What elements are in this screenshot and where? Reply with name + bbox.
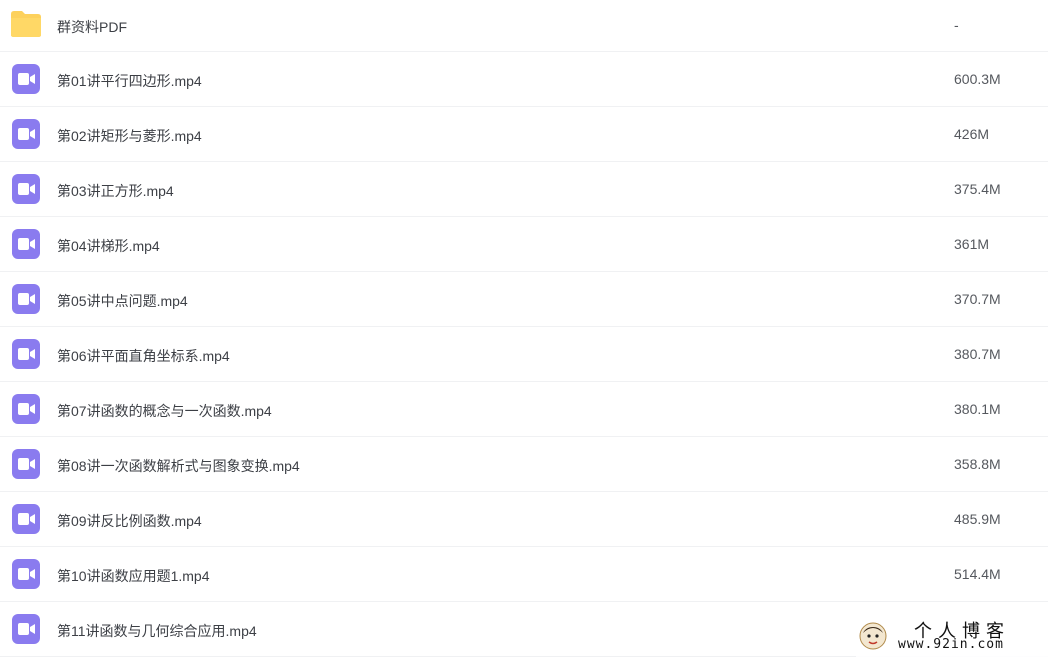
watermark: 个人博客 www.92in.com (856, 615, 1048, 657)
file-name[interactable]: 第06讲平面直角坐标系.mp4 (57, 346, 230, 366)
file-name[interactable]: 第04讲梯形.mp4 (57, 236, 160, 256)
folder-icon (10, 10, 42, 42)
file-size: 514.4M (954, 566, 1001, 582)
file-name[interactable]: 第11讲函数与几何综合应用.mp4 (57, 621, 257, 641)
blog-logo-icon (859, 622, 887, 650)
file-size: 600.3M (954, 71, 1001, 87)
video-file-icon (10, 119, 42, 151)
file-size: 380.7M (954, 346, 1001, 362)
file-row[interactable]: 第10讲函数应用题1.mp4 514.4M (0, 547, 1048, 602)
file-name[interactable]: 第01讲平行四边形.mp4 (57, 71, 202, 91)
file-name[interactable]: 第10讲函数应用题1.mp4 (57, 566, 209, 586)
file-name[interactable]: 第03讲正方形.mp4 (57, 181, 174, 201)
file-row[interactable]: 第03讲正方形.mp4 375.4M (0, 162, 1048, 217)
file-row[interactable]: 第06讲平面直角坐标系.mp4 380.7M (0, 327, 1048, 382)
video-file-icon (10, 339, 42, 371)
file-size: 370.7M (954, 291, 1001, 307)
file-row[interactable]: 第08讲一次函数解析式与图象变换.mp4 358.8M (0, 437, 1048, 492)
video-file-icon (10, 229, 42, 261)
file-size: 361M (954, 236, 990, 252)
video-file-icon (10, 449, 42, 481)
file-name[interactable]: 第05讲中点问题.mp4 (57, 291, 188, 311)
file-name[interactable]: 第09讲反比例函数.mp4 (57, 511, 202, 531)
file-size: 426M (954, 126, 990, 142)
file-list: 群资料PDF - 第01讲平行四边形.mp4 600.3M 第02讲矩形与菱形.mp4 4… (0, 0, 1048, 657)
file-size: 375.4M (954, 181, 1001, 197)
watermark-url: www.92in.com (898, 637, 1004, 652)
video-file-icon (10, 284, 42, 316)
file-size: - (954, 17, 959, 33)
file-name[interactable]: 第02讲矩形与菱形.mp4 (57, 126, 202, 146)
file-size: 485.9M (954, 511, 1001, 527)
file-row[interactable]: 第01讲平行四边形.mp4 600.3M (0, 52, 1048, 107)
file-row[interactable]: 第02讲矩形与菱形.mp4 426M (0, 107, 1048, 162)
video-file-icon (10, 64, 42, 96)
file-size: 380.1M (954, 401, 1001, 417)
video-file-icon (10, 174, 42, 206)
file-size: 358.8M (954, 456, 1001, 472)
video-file-icon (10, 559, 42, 591)
video-file-icon (10, 614, 42, 646)
file-name[interactable]: 第07讲函数的概念与一次函数.mp4 (57, 401, 272, 421)
file-row[interactable]: 第05讲中点问题.mp4 370.7M (0, 272, 1048, 327)
video-file-icon (10, 504, 42, 536)
video-file-icon (10, 394, 42, 426)
file-row[interactable]: 第09讲反比例函数.mp4 485.9M (0, 492, 1048, 547)
folder-row[interactable]: 群资料PDF - (0, 0, 1048, 52)
file-row[interactable]: 第07讲函数的概念与一次函数.mp4 380.1M (0, 382, 1048, 437)
file-name[interactable]: 第08讲一次函数解析式与图象变换.mp4 (57, 456, 300, 476)
file-name[interactable]: 群资料PDF (57, 17, 127, 37)
file-row[interactable]: 第04讲梯形.mp4 361M (0, 217, 1048, 272)
